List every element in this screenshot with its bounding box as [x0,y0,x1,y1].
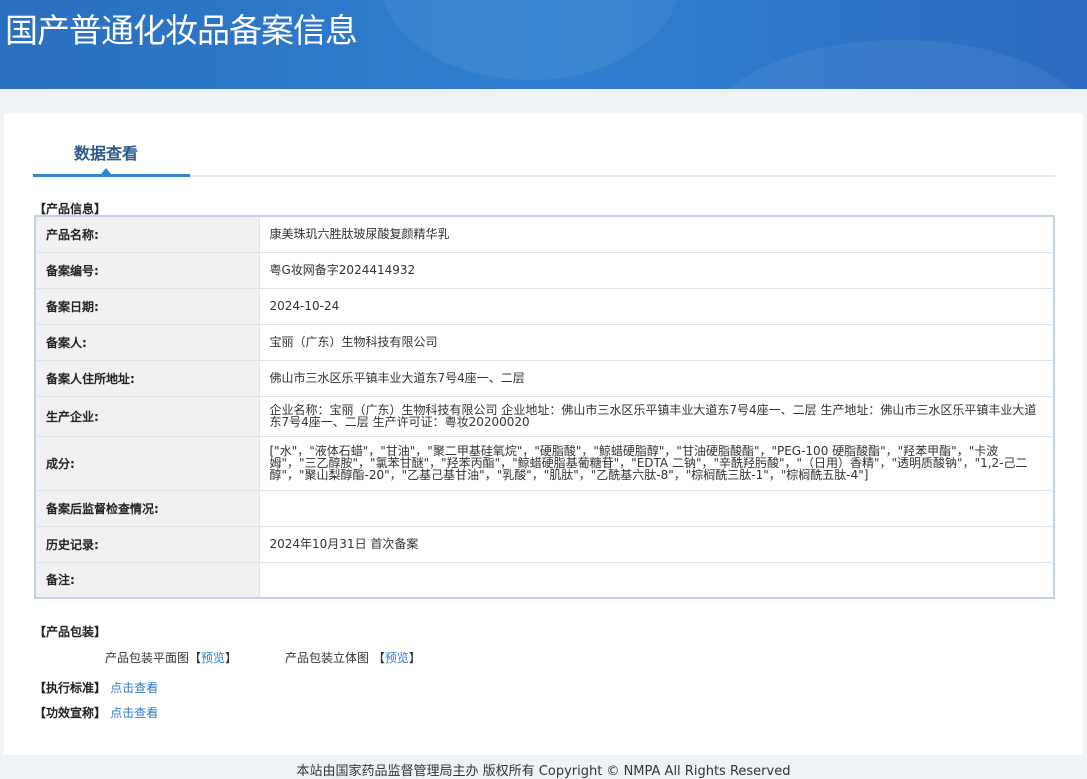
row-value [258,561,1055,599]
header-decoration [700,40,1087,89]
row-label: 备案后监督检查情况: [34,489,260,527]
standard-heading: 【执行标准】 点击查看 [34,679,158,696]
row-label: 生产企业: [34,395,260,437]
bracket: 】 [408,651,421,665]
row-label: 备案编号: [34,251,260,289]
tab-arrow-icon [101,168,111,174]
table-row: 备注: [34,561,1055,599]
row-label: 成分: [34,435,260,491]
table-row: 备案日期: 2024-10-24 [34,287,1055,325]
packaging-flat-preview-link[interactable]: 预览 [201,651,225,665]
row-value [258,489,1055,527]
row-label: 备案人住所地址: [34,359,260,397]
row-label: 备案日期: [34,287,260,325]
page-header: 国产普通化妆品备案信息 [0,0,1087,89]
table-row: 生产企业: 企业名称：宝丽（广东）生物科技有限公司 企业地址：佛山市三水区乐平镇丰… [34,395,1055,437]
header-decoration [380,0,680,80]
standard-title: 【执行标准】 [34,681,107,695]
page-title: 国产普通化妆品备案信息 [5,11,358,50]
row-value: 企业名称：宝丽（广东）生物科技有限公司 企业地址：佛山市三水区乐平镇丰业大道东7… [258,395,1055,437]
efficacy-heading: 【功效宣称】 点击查看 [34,704,158,721]
row-value: 佛山市三水区乐平镇丰业大道东7号4座一、二层 [258,359,1055,397]
packaging-flat: 产品包装平面图【预览】 [105,649,237,666]
row-label: 历史记录: [34,525,260,563]
row-value: 宝丽（广东）生物科技有限公司 [258,323,1055,361]
content-panel: 数据查看 【产品信息】 产品名称: 康美珠玑六胜肽玻尿酸复颜精华乳 备案编号: 粤G妆… [4,113,1083,755]
bracket: 【 [189,651,202,665]
row-value: ["水"，"液体石蜡"，"甘油"，"聚二甲基硅氧烷"，"硬脂酸"，"鲸蜡硬脂醇"… [258,435,1055,491]
table-row: 历史记录: 2024年10月31日 首次备案 [34,525,1055,563]
table-row: 备案编号: 粤G妆网备字2024414932 [34,251,1055,289]
row-value: 康美珠玑六胜肽玻尿酸复颜精华乳 [258,215,1055,253]
table-row: 产品名称: 康美珠玑六胜肽玻尿酸复颜精华乳 [34,215,1055,253]
table-row: 备案人住所地址: 佛山市三水区乐平镇丰业大道东7号4座一、二层 [34,359,1055,397]
table-row: 备案后监督检查情况: [34,489,1055,527]
packaging-flat-label: 产品包装平面图 [105,651,190,665]
standard-view-link[interactable]: 点击查看 [110,681,158,695]
row-label: 备案人: [34,323,260,361]
efficacy-view-link[interactable]: 点击查看 [110,706,158,720]
packaging-solid-preview-link[interactable]: 预览 [385,651,409,665]
packaging-solid-label: 产品包装立体图 [285,651,370,665]
bracket: 】 [225,651,238,665]
table-row: 成分: ["水"，"液体石蜡"，"甘油"，"聚二甲基硅氧烷"，"硬脂酸"，"鲸蜡硬… [34,435,1055,491]
row-value: 粤G妆网备字2024414932 [258,251,1055,289]
row-label: 产品名称: [34,215,260,253]
tab-active-indicator [33,174,190,177]
row-label: 备注: [34,561,260,599]
packaging-heading: 【产品包装】 [34,625,107,639]
product-info-table: 产品名称: 康美珠玑六胜肽玻尿酸复颜精华乳 备案编号: 粤G妆网备字202441493… [34,215,1055,599]
table-row: 备案人: 宝丽（广东）生物科技有限公司 [34,323,1055,361]
row-value: 2024年10月31日 首次备案 [258,525,1055,563]
efficacy-title: 【功效宣称】 [34,706,107,720]
footer-copyright: 本站由国家药品监督管理局主办 版权所有 Copyright © NMPA All… [296,764,791,779]
row-value: 2024-10-24 [258,287,1055,325]
tab-data-view[interactable]: 数据查看 [74,140,138,164]
bracket: 【 [372,651,385,665]
packaging-solid: 产品包装立体图 【预览】 [285,649,421,666]
